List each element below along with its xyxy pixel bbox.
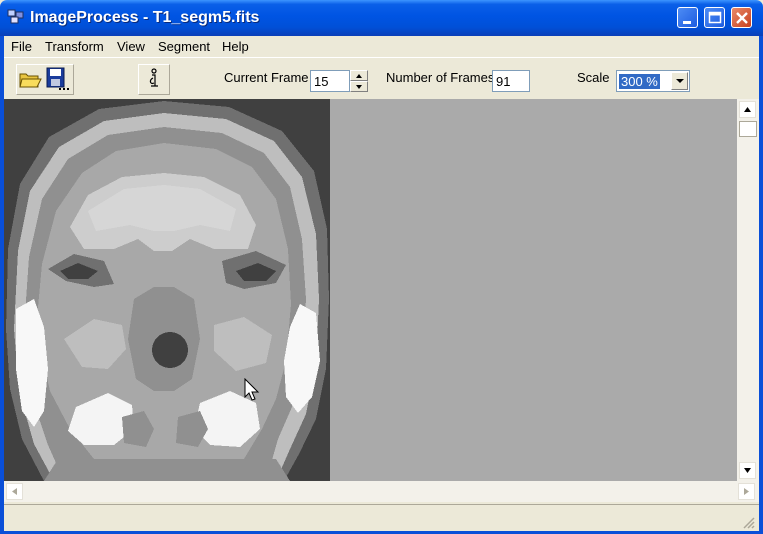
close-icon	[736, 12, 748, 24]
status-bar	[4, 504, 759, 531]
menu-bar: File Transform View Segment Help	[4, 36, 759, 57]
toolbar: Current Frame Number of Frames Scale 300…	[4, 57, 759, 100]
scale-dropdown-button[interactable]	[671, 72, 688, 90]
scroll-up-button[interactable]	[739, 101, 756, 118]
frame-spinner[interactable]	[350, 70, 368, 92]
menu-help[interactable]: Help	[222, 39, 249, 54]
open-folder-icon	[19, 73, 42, 88]
minimize-button[interactable]	[677, 7, 698, 28]
maximize-button[interactable]	[704, 7, 725, 28]
spin-down-button[interactable]	[350, 81, 368, 92]
scroll-down-icon	[744, 468, 751, 473]
size-grip-icon[interactable]	[741, 515, 755, 529]
scroll-up-icon	[744, 107, 751, 112]
scale-select[interactable]: 300 %	[616, 70, 690, 92]
menu-transform[interactable]: Transform	[45, 39, 104, 54]
vertical-scroll-thumb[interactable]	[739, 121, 757, 137]
current-frame-input[interactable]	[310, 70, 350, 92]
scroll-left-button[interactable]	[6, 483, 23, 500]
number-of-frames-input[interactable]	[492, 70, 530, 92]
number-of-frames-label: Number of Frames	[386, 70, 495, 85]
minimize-icon	[683, 21, 691, 24]
horizontal-scrollbar[interactable]	[4, 481, 759, 502]
scroll-down-button[interactable]	[739, 462, 756, 479]
app-window: ImageProcess - T1_segm5.fits File Transf…	[0, 0, 763, 534]
save-button[interactable]	[45, 66, 69, 92]
close-button[interactable]	[731, 7, 752, 28]
menu-view[interactable]: View	[117, 39, 145, 54]
spin-up-icon	[356, 74, 362, 78]
app-icon	[7, 9, 24, 24]
scale-label: Scale	[577, 70, 610, 85]
menu-file[interactable]: File	[11, 39, 32, 54]
image-view[interactable]	[4, 99, 737, 481]
current-frame-label: Current Frame	[224, 70, 309, 85]
mouse-cursor-icon	[244, 378, 260, 401]
window-border-right	[759, 36, 763, 534]
spin-down-icon	[356, 85, 362, 89]
info-button[interactable]	[142, 66, 166, 92]
maximize-icon	[708, 11, 722, 24]
title-bar[interactable]: ImageProcess - T1_segm5.fits	[0, 0, 763, 36]
scroll-left-icon	[12, 488, 17, 495]
scale-value: 300 %	[619, 74, 660, 89]
info-icon	[149, 68, 158, 87]
save-disk-icon	[46, 67, 69, 90]
window-title: ImageProcess - T1_segm5.fits	[30, 9, 260, 26]
scroll-right-icon	[744, 488, 749, 495]
scroll-right-button[interactable]	[738, 483, 755, 500]
segmented-brain-image	[4, 99, 330, 481]
open-button[interactable]	[18, 66, 42, 92]
chevron-down-icon	[676, 79, 684, 83]
menu-segment[interactable]: Segment	[158, 39, 210, 54]
spin-up-button[interactable]	[350, 70, 368, 81]
vertical-scrollbar[interactable]	[737, 99, 759, 481]
